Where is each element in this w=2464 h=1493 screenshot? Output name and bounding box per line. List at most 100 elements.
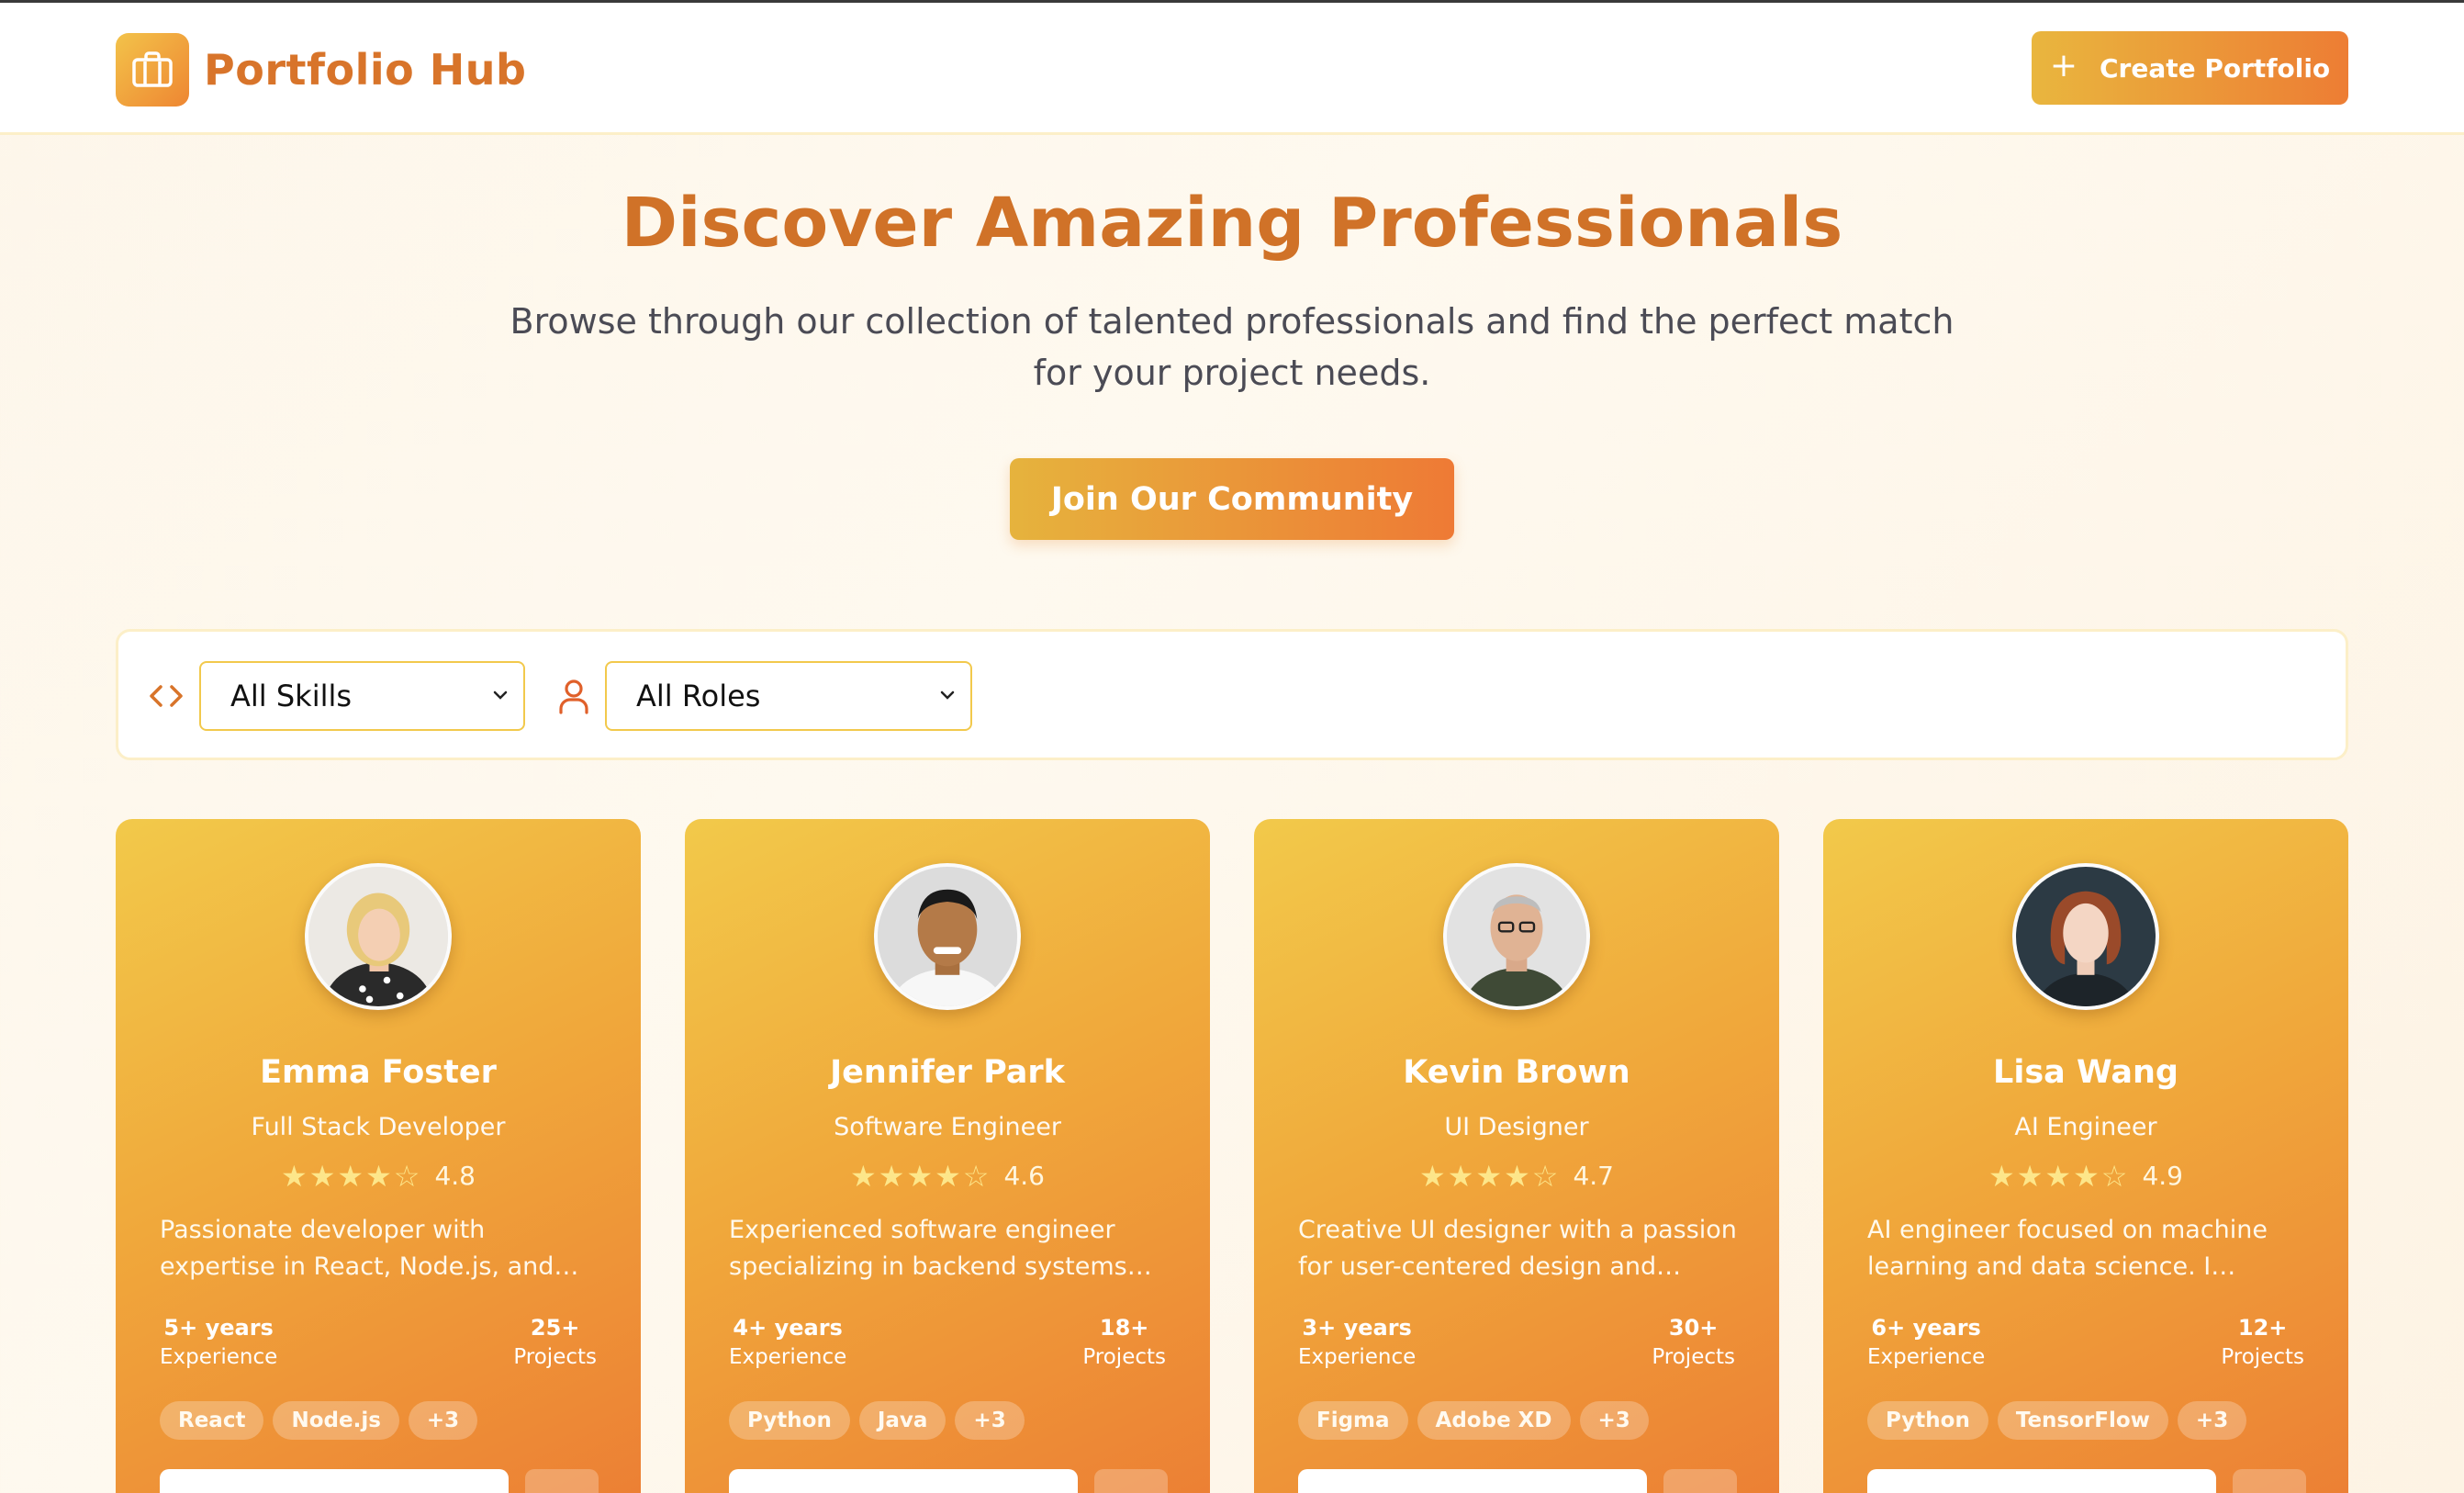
more-tags[interactable]: +3 xyxy=(1579,1401,1649,1440)
rating-value: 4.6 xyxy=(1003,1161,1045,1191)
projects-label: Projects xyxy=(513,1345,597,1369)
card-role: Full Stack Developer xyxy=(251,1113,506,1141)
skill-tag: React xyxy=(160,1401,264,1440)
view-profile-button[interactable] xyxy=(1867,1469,2216,1493)
projects-label: Projects xyxy=(2221,1345,2304,1369)
secondary-action-button[interactable] xyxy=(525,1469,599,1493)
filter-bar: All Skills All Roles xyxy=(116,629,2348,760)
star-icon: ★ xyxy=(878,1158,905,1194)
skill-tags: React Node.js +3 xyxy=(160,1401,478,1440)
card-name: Jennifer Park xyxy=(830,1054,1065,1091)
star-icon: ★ xyxy=(281,1158,308,1194)
avatar xyxy=(305,863,452,1010)
profile-card[interactable]: Emma Foster Full Stack Developer ★ ★ ★ ★… xyxy=(116,819,641,1493)
brand-name: Portfolio Hub xyxy=(204,45,527,95)
join-community-button[interactable]: Join Our Community xyxy=(1010,458,1454,540)
secondary-action-button[interactable] xyxy=(1663,1469,1737,1493)
skill-tag: Node.js xyxy=(273,1401,399,1440)
secondary-action-button[interactable] xyxy=(1094,1469,1168,1493)
profile-card[interactable]: Jennifer Park Software Engineer ★ ★ ★ ★ … xyxy=(685,819,1210,1493)
avatar xyxy=(2012,863,2159,1010)
rating: ★ ★ ★ ★ ☆ 4.6 xyxy=(685,1161,1210,1191)
hero-subtitle: Browse through our collection of talente… xyxy=(510,301,1954,393)
rating-value: 4.9 xyxy=(2142,1161,2183,1191)
star-icon: ★ xyxy=(935,1158,961,1194)
chevron-down-icon xyxy=(493,690,508,700)
projects-value: 30+ xyxy=(1668,1315,1719,1341)
star-outline-icon: ☆ xyxy=(2100,1158,2128,1194)
skill-tags: Python Java +3 xyxy=(729,1401,1025,1440)
projects-label: Projects xyxy=(1652,1345,1735,1369)
projects-value: 18+ xyxy=(1099,1315,1149,1341)
skills-select[interactable]: All Skills xyxy=(199,661,525,731)
card-description: AI engineer focused on machine learning … xyxy=(1867,1216,2268,1281)
top-header: Portfolio Hub + Create Portfolio xyxy=(0,3,2464,135)
skills-select-value: All Skills xyxy=(230,679,353,713)
rating-value: 4.7 xyxy=(1573,1161,1614,1191)
avatar xyxy=(1443,863,1590,1010)
avatar xyxy=(874,863,1021,1010)
view-profile-button[interactable] xyxy=(729,1469,1078,1493)
experience-label: Experience xyxy=(1867,1345,1986,1369)
more-tags[interactable]: +3 xyxy=(955,1401,1025,1440)
projects-stat: 30+ Projects xyxy=(1652,1313,1735,1372)
experience-stat: 5+ years Experience xyxy=(160,1313,277,1372)
card-description: Experienced software engineer specializi… xyxy=(729,1216,1127,1281)
star-icon: ★ xyxy=(1988,1158,2015,1194)
brand[interactable]: Portfolio Hub xyxy=(116,33,526,107)
experience-value: 5+ years xyxy=(163,1315,274,1341)
star-outline-icon: ☆ xyxy=(1531,1158,1559,1194)
rating-value: 4.8 xyxy=(434,1161,476,1191)
projects-stat: 12+ Projects xyxy=(2221,1313,2304,1372)
experience-label: Experience xyxy=(160,1345,278,1369)
skill-tags: Figma Adobe XD +3 xyxy=(1298,1401,1649,1440)
card-role: UI Designer xyxy=(1444,1113,1589,1141)
experience-stat: 6+ years Experience xyxy=(1867,1313,1985,1372)
skill-tag: TensorFlow xyxy=(1997,1401,2168,1440)
rating: ★ ★ ★ ★ ☆ 4.7 xyxy=(1254,1161,1779,1191)
skill-tag: Java xyxy=(858,1401,946,1440)
projects-value: 12+ xyxy=(2237,1315,2288,1341)
skill-tags: Python TensorFlow +3 xyxy=(1867,1401,2247,1440)
card-description: Creative UI designer with a passion for … xyxy=(1298,1216,1737,1281)
star-icon: ★ xyxy=(2073,1158,2100,1194)
more-tags[interactable]: +3 xyxy=(2177,1401,2247,1440)
secondary-action-button[interactable] xyxy=(2233,1469,2306,1493)
view-profile-button[interactable] xyxy=(160,1469,509,1493)
card-name: Emma Foster xyxy=(260,1054,497,1091)
more-tags[interactable]: +3 xyxy=(408,1401,478,1440)
experience-value: 3+ years xyxy=(1302,1315,1412,1341)
projects-stat: 18+ Projects xyxy=(1082,1313,1166,1372)
skill-tag: Python xyxy=(729,1401,850,1440)
create-portfolio-button[interactable]: + Create Portfolio xyxy=(2032,31,2348,105)
profile-card[interactable]: Lisa Wang AI Engineer ★ ★ ★ ★ ☆ 4.9 AI e… xyxy=(1823,819,2348,1493)
projects-value: 25+ xyxy=(530,1315,580,1341)
roles-select[interactable]: All Roles xyxy=(605,661,972,731)
skill-tag: Python xyxy=(1867,1401,1988,1440)
experience-label: Experience xyxy=(729,1345,847,1369)
view-profile-button[interactable] xyxy=(1298,1469,1647,1493)
hero-title: Discover Amazing Professionals xyxy=(621,184,1843,263)
star-icon: ★ xyxy=(1475,1158,1503,1194)
code-icon xyxy=(150,685,183,707)
star-icon: ★ xyxy=(1419,1158,1446,1194)
card-role: Software Engineer xyxy=(834,1113,1061,1141)
star-icon: ★ xyxy=(2016,1158,2044,1194)
star-icon: ★ xyxy=(337,1158,364,1194)
projects-stat: 25+ Projects xyxy=(513,1313,597,1372)
skill-tag: Adobe XD xyxy=(1417,1401,1571,1440)
card-name: Kevin Brown xyxy=(1403,1054,1630,1091)
star-icon: ★ xyxy=(906,1158,934,1194)
roles-select-value: All Roles xyxy=(636,679,761,713)
star-icon: ★ xyxy=(365,1158,392,1194)
star-icon: ★ xyxy=(1504,1158,1530,1194)
profile-card[interactable]: Kevin Brown UI Designer ★ ★ ★ ★ ☆ 4.7 Cr… xyxy=(1254,819,1779,1493)
star-icon: ★ xyxy=(1447,1158,1474,1194)
experience-stat: 4+ years Experience xyxy=(729,1313,846,1372)
skill-tag: Figma xyxy=(1298,1401,1408,1440)
projects-label: Projects xyxy=(1082,1345,1166,1369)
card-name: Lisa Wang xyxy=(1993,1054,2178,1091)
user-icon xyxy=(559,679,588,714)
card-role: AI Engineer xyxy=(2014,1113,2157,1141)
briefcase-icon xyxy=(116,33,189,107)
